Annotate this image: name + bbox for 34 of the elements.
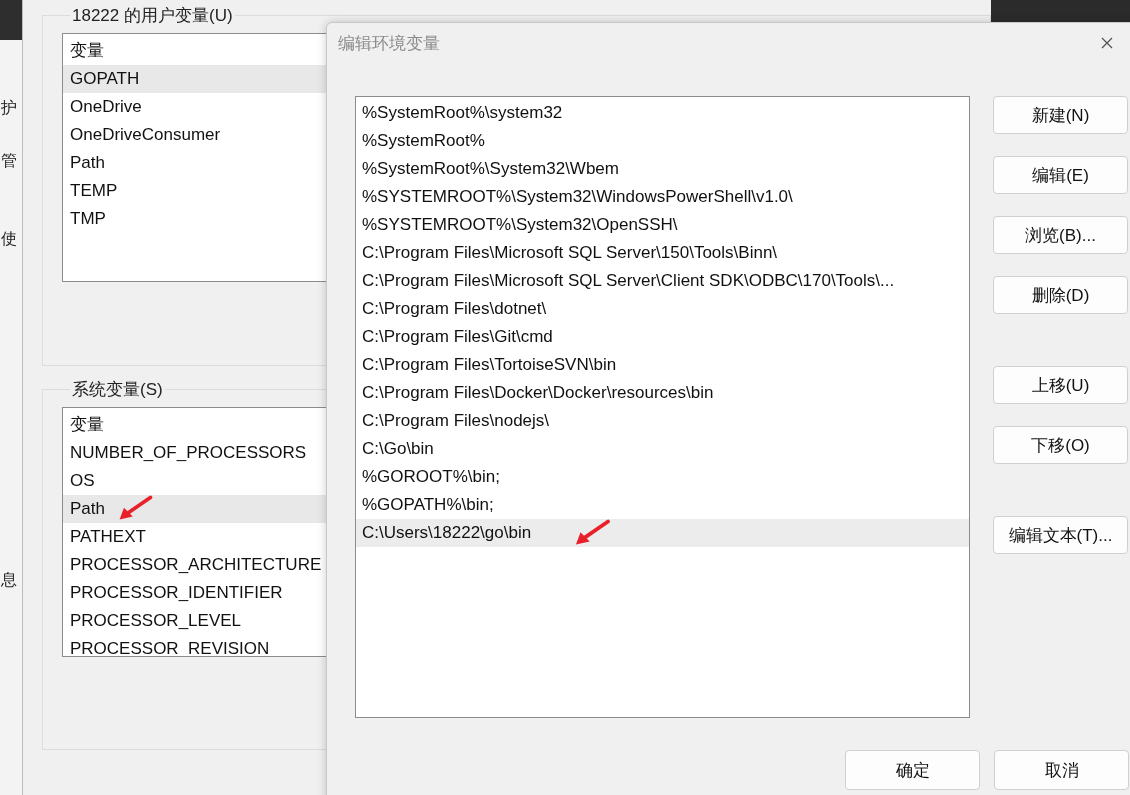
path-entry[interactable]: C:\Program Files\dotnet\ — [356, 295, 969, 323]
group-title: 18222 的用户变量(U) — [71, 5, 234, 27]
action-button[interactable]: 新建(N) — [993, 96, 1128, 134]
dialog-title: 编辑环境变量 — [338, 32, 440, 55]
path-entry[interactable]: %SYSTEMROOT%\System32\OpenSSH\ — [356, 211, 969, 239]
path-entry[interactable]: %GOPATH%\bin; — [356, 491, 969, 519]
path-entry[interactable]: C:\Program Files\Docker\Docker\resources\bin — [356, 379, 969, 407]
action-button[interactable]: 编辑文本(T)... — [993, 516, 1128, 554]
action-button[interactable]: 删除(D) — [993, 276, 1128, 314]
sidebar-item[interactable]: 管 — [1, 150, 22, 172]
action-button[interactable]: 编辑(E) — [993, 156, 1128, 194]
path-entry[interactable]: %GOROOT%\bin; — [356, 463, 969, 491]
group-title: 系统变量(S) — [71, 379, 164, 401]
path-entry[interactable]: C:\Program Files\Microsoft SQL Server\Client SDK\ODBC\170\Tools\... — [356, 267, 969, 295]
path-entry[interactable]: C:\Go\bin — [356, 435, 969, 463]
path-entry[interactable]: %SYSTEMROOT%\System32\WindowsPowerShell\v1.0\ — [356, 183, 969, 211]
path-entry[interactable]: C:\Program Files\Microsoft SQL Server\150\Tools\Binn\ — [356, 239, 969, 267]
dialog-button[interactable]: 取消 — [994, 750, 1129, 790]
sidebar-item[interactable]: 息 — [1, 569, 22, 591]
path-entry[interactable]: %SystemRoot%\System32\Wbem — [356, 155, 969, 183]
action-button[interactable]: 上移(U) — [993, 366, 1128, 404]
path-entry[interactable]: C:\Program Files\TortoiseSVN\bin — [356, 351, 969, 379]
action-button[interactable]: 下移(O) — [993, 426, 1128, 464]
path-entry[interactable]: C:\Users\18222\go\bin — [356, 519, 969, 547]
sidebar-item[interactable]: 护 — [1, 97, 22, 119]
sidebar-item[interactable]: 使 — [1, 228, 22, 250]
path-entry[interactable]: %SystemRoot% — [356, 127, 969, 155]
close-icon[interactable] — [1101, 37, 1113, 49]
path-entry[interactable]: C:\Program Files\nodejs\ — [356, 407, 969, 435]
path-entry[interactable]: C:\Program Files\Git\cmd — [356, 323, 969, 351]
path-entry[interactable]: %SystemRoot%\system32 — [356, 99, 969, 127]
dark-panel — [0, 0, 22, 40]
action-button[interactable]: 浏览(B)... — [993, 216, 1128, 254]
dialog-button[interactable]: 确定 — [845, 750, 980, 790]
